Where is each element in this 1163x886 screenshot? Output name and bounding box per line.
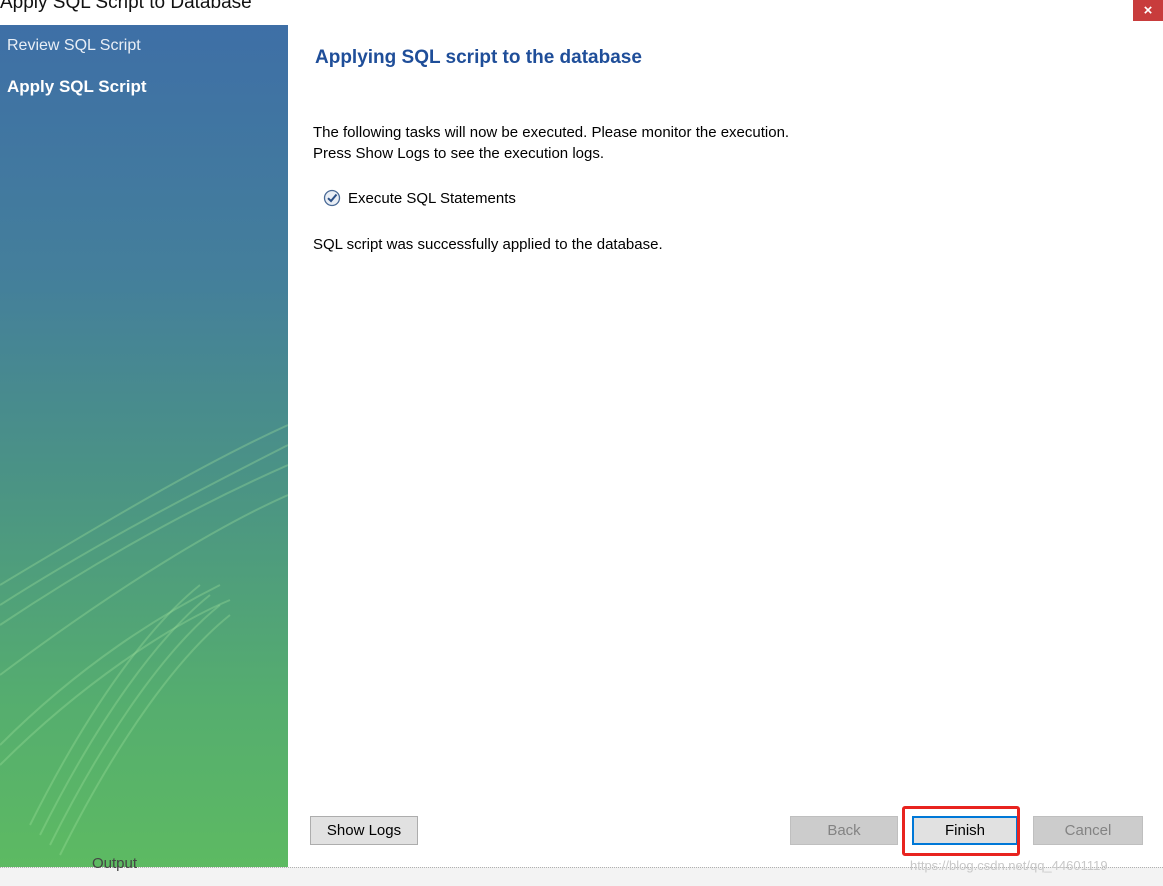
description-line-2: Press Show Logs to see the execution log… (313, 145, 605, 162)
close-button[interactable]: × (1133, 0, 1163, 21)
status-message: SQL script was successfully applied to t… (313, 236, 663, 253)
cancel-button[interactable]: Cancel (1033, 816, 1143, 845)
task-item-execute-sql: Execute SQL Statements (323, 189, 516, 207)
wizard-content: Applying SQL script to the database The … (288, 25, 1163, 867)
task-description: The following tasks will now be executed… (313, 122, 789, 164)
window-title: Apply SQL Script to Database (0, 0, 252, 13)
output-panel-label: Output (92, 855, 138, 872)
description-line-1: The following tasks will now be executed… (313, 124, 790, 141)
sidebar-item-review-sql-script[interactable]: Review SQL Script (7, 37, 141, 55)
page-title: Applying SQL script to the database (315, 47, 642, 68)
back-button[interactable]: Back (790, 816, 898, 845)
wizard-sidebar: Review SQL Script Apply SQL Script (0, 25, 288, 867)
show-logs-button[interactable]: Show Logs (310, 816, 418, 845)
sidebar-item-apply-sql-script[interactable]: Apply SQL Script (7, 77, 147, 97)
watermark-text: https://blog.csdn.net/qq_44601119 (910, 858, 1108, 873)
decorative-swoosh (0, 424, 288, 856)
check-circle-icon (323, 189, 341, 207)
title-bar: Apply SQL Script to Database × (0, 0, 1163, 25)
task-label: Execute SQL Statements (348, 189, 516, 207)
annotation-highlight-box (902, 806, 1020, 856)
